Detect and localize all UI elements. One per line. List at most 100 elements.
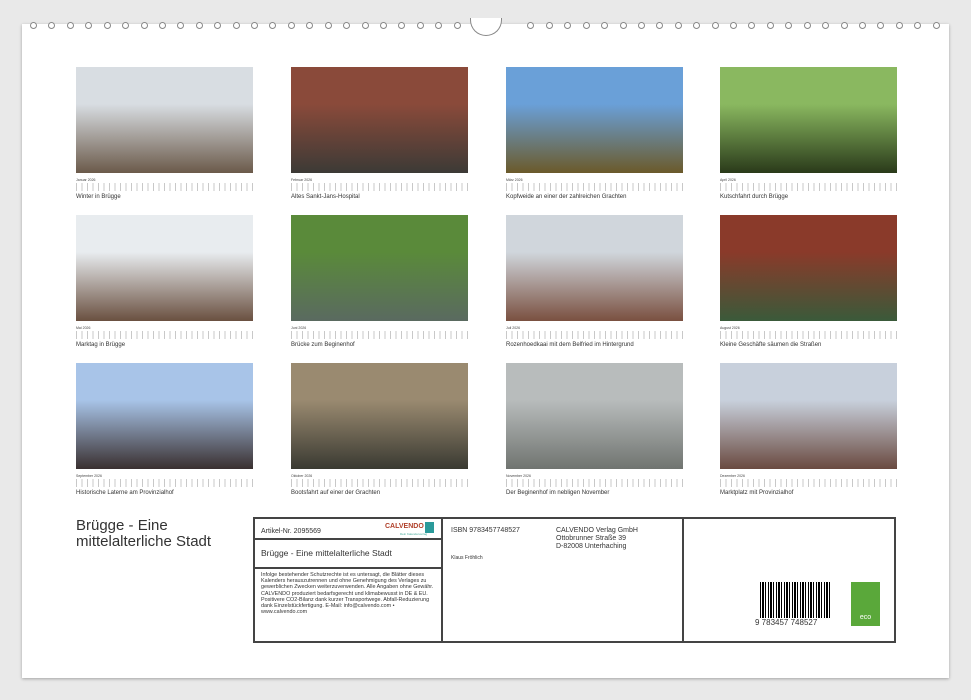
month-photo <box>291 67 468 173</box>
eco-logo: eco <box>851 582 880 626</box>
photo-caption: Winter in Brügge <box>76 194 253 200</box>
binding-ring <box>177 22 184 29</box>
binding-ring <box>67 22 74 29</box>
month-cell: Juni 2026 Brücke zum Beginenhof <box>291 215 468 348</box>
month-photo <box>720 67 897 173</box>
binding-ring <box>380 22 387 29</box>
binding-ring <box>362 22 369 29</box>
month-cell: März 2026 Kopfweide an einer der zahlrei… <box>506 67 683 200</box>
month-cell: November 2026 Der Beginenhof im nebligen… <box>506 363 683 496</box>
day-strip <box>506 183 683 191</box>
day-strip <box>291 479 468 487</box>
binding-ring <box>767 22 774 29</box>
calvendo-logo: CALVENDO <box>385 523 424 530</box>
binding-ring <box>712 22 719 29</box>
month-photo <box>291 215 468 321</box>
legal-text: Infolge bestehender Schutzrechte ist es … <box>261 572 441 615</box>
month-cell: September 2026 Historische Laterne am Pr… <box>76 363 253 496</box>
day-strip <box>291 183 468 191</box>
month-label: Januar 2026 <box>76 178 253 182</box>
article-number: Artikel-Nr. 2095569 <box>261 528 321 535</box>
isbn: ISBN 9783457748527 <box>451 527 520 534</box>
month-label: Juli 2026 <box>506 326 683 330</box>
month-photo <box>720 363 897 469</box>
binding-ring <box>214 22 221 29</box>
month-label: Dezember 2026 <box>720 474 897 478</box>
photo-caption: Rozenhoedkaai mit dem Belfried im Hinter… <box>506 342 683 348</box>
month-label: September 2026 <box>76 474 253 478</box>
month-cell: Juli 2026 Rozenhoedkaai mit dem Belfried… <box>506 215 683 348</box>
month-label: August 2026 <box>720 326 897 330</box>
info-title: Brügge - Eine mittelalterliche Stadt <box>261 548 392 558</box>
month-label: März 2026 <box>506 178 683 182</box>
binding-ring <box>933 22 940 29</box>
month-label: November 2026 <box>506 474 683 478</box>
binding-ring <box>306 22 313 29</box>
month-label: Mai 2026 <box>76 326 253 330</box>
binding-ring <box>325 22 332 29</box>
binding-ring <box>343 22 350 29</box>
day-strip <box>76 183 253 191</box>
month-cell: Februar 2026 Altes Sankt-Jans-Hospital <box>291 67 468 200</box>
photo-caption: Kleine Geschäfte säumen die Straßen <box>720 342 897 348</box>
binding-ring <box>620 22 627 29</box>
binding-ring <box>398 22 405 29</box>
author: Klaus Fröhlich <box>451 555 483 561</box>
binding-ring <box>693 22 700 29</box>
binding-ring <box>104 22 111 29</box>
binding-ring <box>159 22 166 29</box>
month-photo <box>76 67 253 173</box>
day-strip <box>506 479 683 487</box>
binding-ring <box>454 22 461 29</box>
binding-ring <box>730 22 737 29</box>
binding-ring <box>30 22 37 29</box>
publisher-address: CALVENDO Verlag GmbHOttobrunner Straße 3… <box>556 527 638 551</box>
month-photo <box>506 363 683 469</box>
info-box-left: Artikel-Nr. 2095569 CALVENDO Dein Kalend… <box>253 517 443 643</box>
photo-caption: Historische Laterne am Provinzialhof <box>76 490 253 496</box>
binding-ring <box>822 22 829 29</box>
month-photo <box>506 215 683 321</box>
binding-ring <box>656 22 663 29</box>
binding-ring <box>785 22 792 29</box>
binding-ring <box>914 22 921 29</box>
binding-ring <box>141 22 148 29</box>
calvendo-logo-icon <box>425 522 434 533</box>
binding-ring <box>564 22 571 29</box>
binding-ring <box>435 22 442 29</box>
month-photo <box>506 67 683 173</box>
binding-ring <box>122 22 129 29</box>
day-strip <box>76 331 253 339</box>
day-strip <box>291 331 468 339</box>
day-strip <box>720 479 897 487</box>
photo-caption: Altes Sankt-Jans-Hospital <box>291 194 468 200</box>
month-cell: August 2026 Kleine Geschäfte säumen die … <box>720 215 897 348</box>
binding-ring <box>859 22 866 29</box>
month-label: Juni 2026 <box>291 326 468 330</box>
binding-ring <box>877 22 884 29</box>
month-cell: Mai 2026 Marktag in Brügge <box>76 215 253 348</box>
binding-ring <box>804 22 811 29</box>
binding-ring <box>233 22 240 29</box>
barcode-number: 9 783457 748527 <box>753 618 819 627</box>
binding-ring <box>527 22 534 29</box>
month-photo <box>291 363 468 469</box>
photo-caption: Kopfweide an einer der zahlreichen Grach… <box>506 194 683 200</box>
month-label: April 2026 <box>720 178 897 182</box>
month-cell: Januar 2026 Winter in Brügge <box>76 67 253 200</box>
photo-caption: Brücke zum Beginenhof <box>291 342 468 348</box>
photo-caption: Marktag in Brügge <box>76 342 253 348</box>
binding-ring <box>48 22 55 29</box>
binding-ring <box>546 22 553 29</box>
month-cell: April 2026 Kutschfahrt durch Brügge <box>720 67 897 200</box>
binding-ring <box>675 22 682 29</box>
binding-ring <box>417 22 424 29</box>
binding-ring <box>269 22 276 29</box>
photo-caption: Kutschfahrt durch Brügge <box>720 194 897 200</box>
day-strip <box>720 183 897 191</box>
month-photo <box>76 363 253 469</box>
photo-caption: Der Beginenhof im nebligen November <box>506 490 683 496</box>
month-label: Februar 2026 <box>291 178 468 182</box>
binding-ring <box>583 22 590 29</box>
day-strip <box>76 479 253 487</box>
